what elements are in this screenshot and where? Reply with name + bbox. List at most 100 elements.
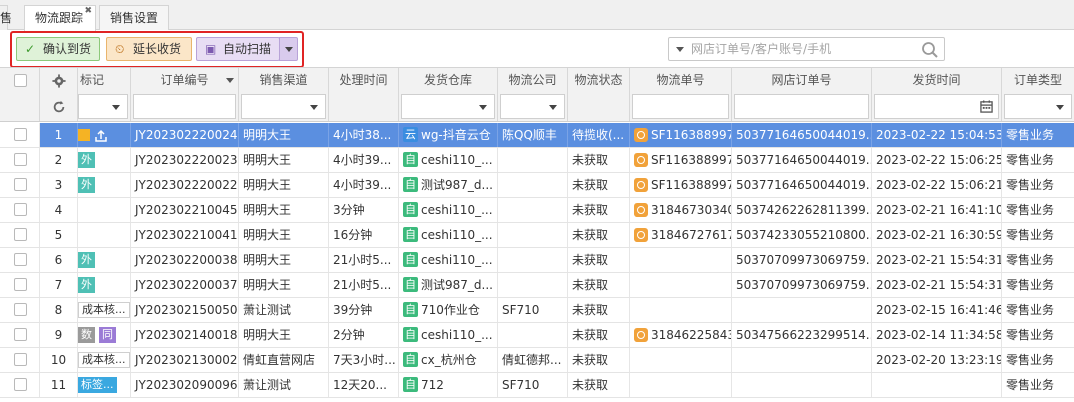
filter-shop-order-no-input[interactable] [734,94,869,119]
extend-receipt-button[interactable]: ⏲ 延长收货 [106,37,192,61]
row-checkbox[interactable] [14,378,27,391]
row-checkbox[interactable] [14,203,27,216]
table-row[interactable]: 9 数同 JY202302140018 明明大王 2分钟自 ceshi110_... 未获取… [0,323,1074,348]
filter-ship-time-input[interactable] [874,94,999,119]
table-row[interactable]: 6 外 JY202302200038 明明大王 21小时5... 自 ceshi110_..… [0,248,1074,273]
header-process-time[interactable]: 处理时间 [329,68,399,94]
mark-tag: 外 [78,251,95,268]
process-time-cell: 21小时5... [329,273,399,297]
order-type-cell: 零售业务 [1006,128,1055,142]
tracking-icon[interactable] [634,327,648,342]
table-row[interactable]: 7 外 JY202302200037 明明大王 21小时5... 自测试987_d... 未… [0,273,1074,298]
filter-order-no-input[interactable] [133,94,236,119]
ship-time-cell: 2023-02-21 15:54:31 [872,273,1002,297]
filter-logistics-company-select[interactable] [500,94,565,119]
header-settings[interactable] [40,68,78,94]
tracking-no-cell [630,348,732,372]
tracking-no: SF116388997 [651,178,732,192]
header-shop-order-no[interactable]: 网店订单号 [732,68,872,94]
warehouse-type-icon: 自 [403,177,418,192]
header-channel[interactable]: 销售渠道 [239,68,329,94]
logistics-status-cell: 未获取 [568,323,630,347]
upload-icon[interactable] [94,129,108,143]
warehouse-name: ceshi110_... [421,253,493,267]
search-icon[interactable] [920,40,940,60]
search-input[interactable] [691,40,911,58]
filter-order-type [1002,94,1074,121]
tracking-icon[interactable] [634,152,648,167]
row-checkbox-cell [0,123,40,147]
confirm-arrival-button[interactable]: ✓ 确认到货 [16,37,100,61]
order-type-cell: 零售业务 [1006,353,1055,367]
table-row[interactable]: 2 外 JY202302220023 明明大王 4小时39... 自 ceshi110_..… [0,148,1074,173]
close-icon[interactable]: ✖ [84,5,92,17]
mark-cell: 成本核... [78,298,131,322]
shop-order-no-cell: 50374262262811399... [732,198,872,222]
gear-icon[interactable] [51,74,66,88]
tracking-icon[interactable] [634,177,648,192]
shop-order-no-cell [732,298,872,322]
row-checkbox-cell [0,298,40,322]
header-warehouse[interactable]: 发货仓库 [399,68,498,94]
search-type-dropdown-icon[interactable] [676,47,684,52]
filter-order-type-select[interactable] [1004,94,1072,119]
filter-channel-select[interactable] [241,94,326,119]
order-no-cell: JY202302090096 [131,373,239,397]
tab-logistics-tracking[interactable]: 物流跟踪 ✖ [24,5,96,31]
logistics-status-cell: 待揽收(... [568,123,630,147]
header-order-no[interactable]: 订单编号 [131,68,239,94]
table-row[interactable]: 3 外 JY202302220022 明明大王 4小时39... 自测试987_d... 未… [0,173,1074,198]
row-checkbox[interactable] [14,353,27,366]
tracking-no-cell [630,273,732,297]
table-row[interactable]: 11 标签... JY202302090096 萧让测试 12天20... 自 712 SF7… [0,373,1074,398]
mark-cell: 数同 [78,323,131,347]
row-checkbox[interactable] [14,253,27,266]
filter-tracking-no-input[interactable] [632,94,729,119]
tracking-icon[interactable] [634,127,648,142]
order-no-cell: JY202302150050 [131,298,239,322]
warehouse-type-icon: 自 [403,327,418,342]
header-select-all [0,68,40,94]
select-all-checkbox[interactable] [14,74,27,87]
filter-mark-select[interactable] [78,94,128,119]
calendar-icon[interactable] [980,100,993,113]
shop-order-no-cell: 50377164650044019... [732,123,872,147]
auto-scan-button[interactable]: ▣ 自动扫描 [196,37,280,61]
check-icon: ✓ [25,42,36,56]
header-order-type[interactable]: 订单类型 [1002,68,1074,94]
row-checkbox[interactable] [14,278,27,291]
header-ship-time[interactable]: 发货时间 [872,68,1002,94]
row-number: 8 [40,298,78,322]
table-row[interactable]: 1 JY202302220024 明明大王 4小时38... 云 wg-抖音云仓 陈QQ顺丰… [0,123,1074,148]
table-row[interactable]: 4 JY202302210045 明明大王 3分钟自 ceshi110_... 未获取 31… [0,198,1074,223]
refresh-icon[interactable] [52,100,66,114]
table-row[interactable]: 8 成本核... JY202302150050 萧让测试 39分钟自 710作业仓 SF71… [0,298,1074,323]
warehouse-name: 712 [421,378,444,392]
row-checkbox[interactable] [14,153,27,166]
filter-warehouse [399,94,498,121]
header-mark[interactable]: 标记 [78,68,131,94]
header-logistics-company[interactable]: 物流公司 [498,68,568,94]
row-number: 9 [40,323,78,347]
tab-sales-settings[interactable]: 销售设置 [99,5,169,30]
filter-warehouse-select[interactable] [401,94,495,119]
header-tracking-no[interactable]: 物流单号 [630,68,732,94]
warehouse-name: ceshi110_... [421,203,493,217]
auto-scan-dropdown-button[interactable] [279,37,298,61]
tab-sales-partial[interactable]: 售 [0,5,12,30]
row-checkbox[interactable] [14,228,27,241]
row-checkbox[interactable] [14,128,27,141]
sort-icon[interactable] [226,78,234,83]
logistics-status-cell: 未获取 [568,223,630,247]
tracking-icon[interactable] [634,202,648,217]
table-row[interactable]: 10 成本核... JY202302130002 倩虹直营网店 7天3小时... 自 cx_… [0,348,1074,373]
tracking-no: 31846730340 [651,203,732,217]
row-number: 11 [40,373,78,397]
row-checkbox[interactable] [14,178,27,191]
table-row[interactable]: 5 JY202302210041 明明大王 16分钟自 ceshi110_... 未获取 3… [0,223,1074,248]
row-checkbox[interactable] [14,303,27,316]
tracking-icon[interactable] [634,227,648,242]
header-logistics-status[interactable]: 物流状态 [568,68,630,94]
tracking-no-cell [630,298,732,322]
row-checkbox[interactable] [14,328,27,341]
